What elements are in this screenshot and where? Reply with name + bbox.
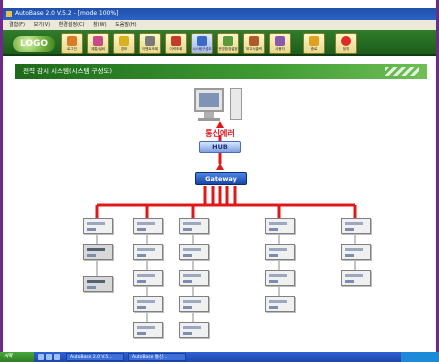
device-node[interactable] xyxy=(133,218,163,234)
device-node[interactable] xyxy=(133,322,163,338)
device-node[interactable] xyxy=(133,270,163,286)
device-node[interactable] xyxy=(133,244,163,260)
device-node[interactable] xyxy=(341,244,371,260)
device-node[interactable] xyxy=(83,276,113,292)
pc-tower-icon xyxy=(230,88,242,120)
desktop-icon[interactable] xyxy=(38,354,44,360)
device-node[interactable] xyxy=(83,218,113,234)
device-node[interactable] xyxy=(341,270,371,286)
comm-error-status: 통신에러 xyxy=(205,129,235,138)
gateway-node[interactable]: Gateway xyxy=(195,172,247,185)
device-node[interactable] xyxy=(265,218,295,234)
system-tray xyxy=(401,352,439,362)
device-node[interactable] xyxy=(179,270,209,286)
taskbar-item-autobase[interactable]: AutoBase 2.0 V.5... xyxy=(66,353,124,361)
device-node[interactable] xyxy=(265,270,295,286)
device-node[interactable] xyxy=(341,218,371,234)
device-node[interactable] xyxy=(179,218,209,234)
device-node[interactable] xyxy=(179,322,209,338)
folder-icon[interactable] xyxy=(54,354,60,360)
device-node[interactable] xyxy=(265,244,295,260)
taskbar-item-comm[interactable]: AutoBase 통신... xyxy=(128,353,186,361)
device-node[interactable] xyxy=(133,296,163,312)
device-node[interactable] xyxy=(83,244,113,260)
hub-node[interactable]: HUB xyxy=(199,141,241,153)
taskbar: 시작 AutoBase 2.0 V.5... AutoBase 통신... xyxy=(0,352,439,362)
monitor-icon xyxy=(194,88,224,112)
device-node[interactable] xyxy=(179,296,209,312)
server-computer[interactable] xyxy=(194,88,254,126)
device-node[interactable] xyxy=(265,296,295,312)
browser-icon[interactable] xyxy=(46,354,52,360)
start-button[interactable]: 시작 xyxy=(0,352,34,362)
device-node[interactable] xyxy=(179,244,209,260)
application-window: AutoBase 2.0 V.5.2 - [mode 100%] 결합(F) 보… xyxy=(0,0,439,362)
